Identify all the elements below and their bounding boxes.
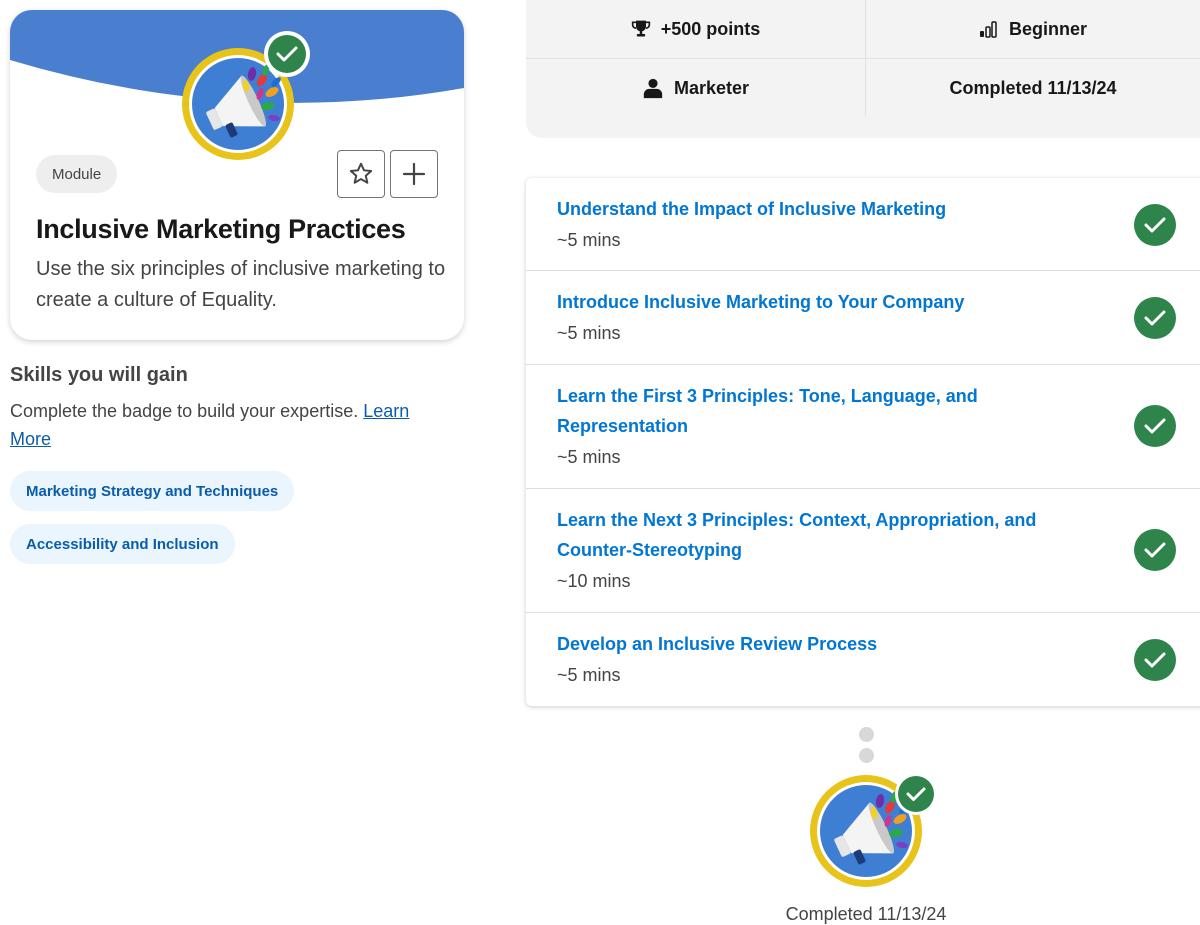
completed-check-icon [264,31,310,77]
completed-date-label: Completed 11/13/24 [949,77,1117,98]
star-icon [349,162,373,184]
plus-icon [402,162,426,186]
points-info: +500 points [526,0,865,58]
module-description: Use the six principles of inclusive mark… [36,258,446,311]
completed-check-icon [895,773,937,815]
role-info: Marketer [526,59,865,117]
completed-check-icon [1134,204,1176,246]
unit-duration: ~5 mins [557,323,621,343]
skills-description-text: Complete the badge to build your experti… [10,401,359,421]
units-list: Understand the Impact of Inclusive Marke… [526,178,1200,706]
module-type-pill: Module [36,155,118,193]
level-label: Beginner [1008,18,1087,39]
module-card: Module Inclusive Marketing Practices Use… [10,10,464,340]
skill-chip[interactable]: Accessibility and Inclusion [10,524,235,564]
unit-duration: ~5 mins [557,230,621,250]
unit-duration: ~5 mins [557,665,621,685]
skill-chip[interactable]: Marketing Strategy and Techniques [10,471,295,511]
unit-duration: ~5 mins [557,447,621,467]
favorite-button[interactable] [337,150,385,198]
skills-heading: Skills you will gain [10,364,188,386]
unit-duration: ~10 mins [557,571,631,591]
completed-check-icon [1134,639,1176,681]
completed-check-icon [1134,297,1176,339]
unit-title-link[interactable]: Introduce Inclusive Marketing to Your Co… [557,287,1077,317]
unit-row[interactable]: Learn the Next 3 Principles: Context, Ap… [526,489,1200,613]
skills-description: Complete the badge to build your experti… [10,397,450,453]
unit-title-link[interactable]: Understand the Impact of Inclusive Marke… [557,194,1077,224]
unit-row[interactable]: Learn the First 3 Principles: Tone, Lang… [526,365,1200,489]
role-label: Marketer [673,77,750,98]
unit-title-link[interactable]: Learn the First 3 Principles: Tone, Lang… [557,381,1077,441]
unit-row[interactable]: Introduce Inclusive Marketing to Your Co… [526,271,1200,365]
add-to-list-button[interactable] [390,150,438,198]
trophy-icon [631,20,650,37]
completed-check-icon [1134,529,1176,571]
badge-completed-date: Completed 11/13/24 [785,904,947,924]
unit-row[interactable]: Develop an Inclusive Review Process ~5 m… [526,613,1200,706]
points-label: +500 points [660,18,761,39]
level-info: Beginner [866,0,1200,58]
unit-row[interactable]: Understand the Impact of Inclusive Marke… [526,178,1200,271]
completed-check-icon [1134,405,1176,447]
module-title: Inclusive Marketing Practices [36,214,406,244]
completed-date-info: Completed 11/13/24 [866,59,1200,117]
progress-dot [859,727,874,742]
user-icon [643,78,663,99]
unit-title-link[interactable]: Learn the Next 3 Principles: Context, Ap… [557,505,1077,565]
unit-title-link[interactable]: Develop an Inclusive Review Process [557,629,1077,659]
signal-level-icon [979,21,997,38]
progress-dot [859,748,874,763]
